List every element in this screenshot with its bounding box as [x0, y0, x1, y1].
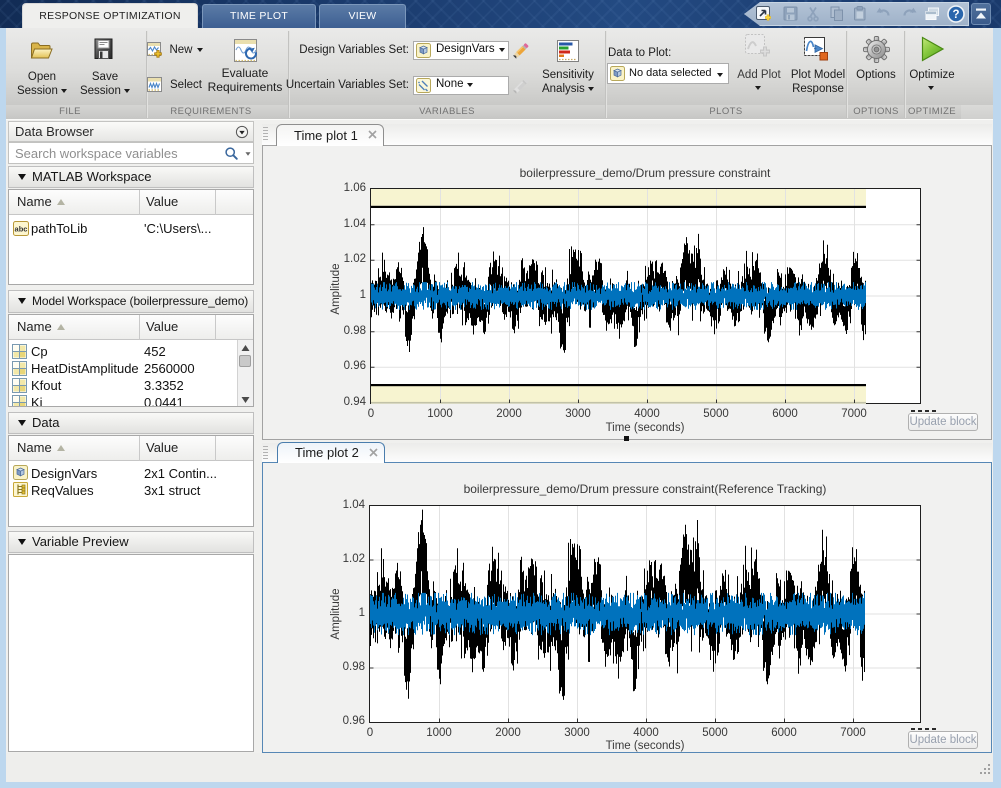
svg-text:?: ?: [952, 9, 959, 21]
svg-text:abc: abc: [15, 225, 28, 234]
